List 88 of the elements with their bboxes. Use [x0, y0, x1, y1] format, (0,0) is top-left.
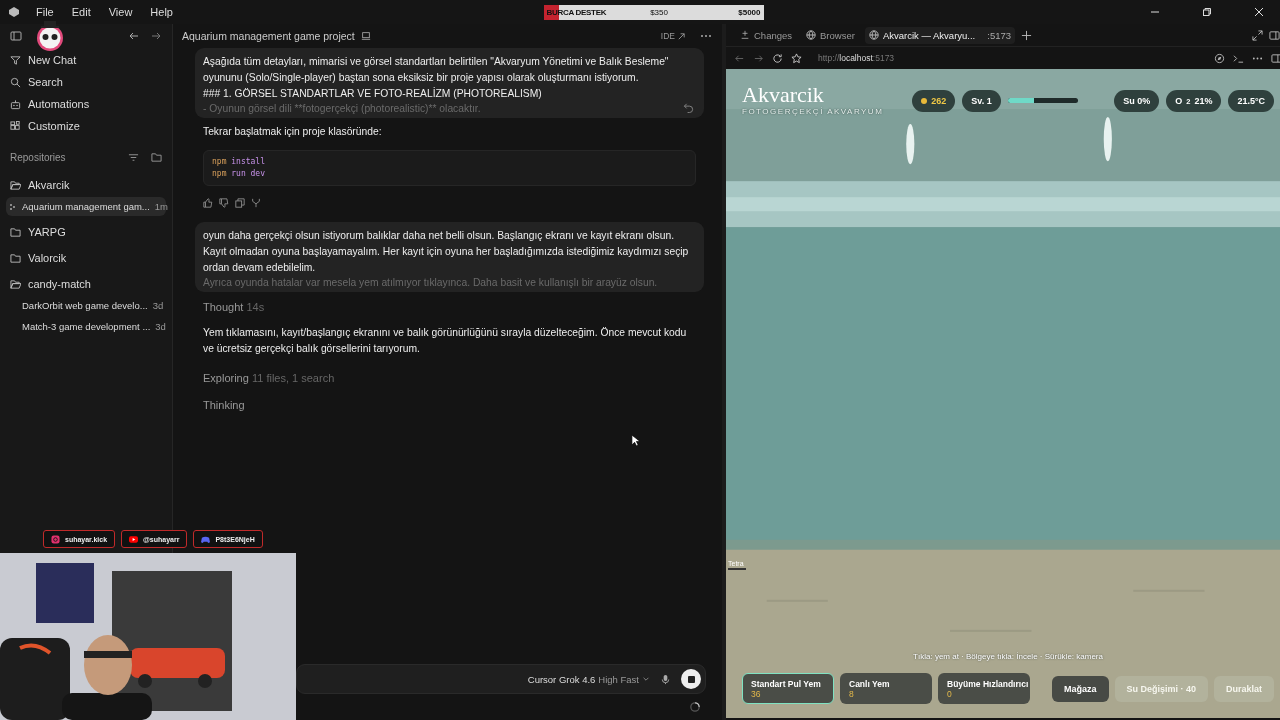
stop-button[interactable]	[681, 669, 701, 689]
repository-item[interactable]: candy-match	[6, 274, 166, 294]
new-folder-icon[interactable]	[151, 152, 162, 163]
microphone-icon[interactable]	[660, 673, 671, 685]
code-line: npm run dev	[212, 168, 266, 180]
forward-arrow-icon[interactable]	[150, 30, 162, 42]
repository-item[interactable]: Akvarcik	[6, 175, 166, 195]
user-message-text: Ayrıca oyunda hatalar var mesela yem atılmıyor tıklayınca. Daha basit ve kullanışlı bir arayüz olsun.	[203, 276, 659, 290]
feed-button[interactable]: Standart Pul Yem 36	[742, 673, 834, 704]
sidebar-panel-icon[interactable]	[1271, 52, 1280, 64]
donation-goal: $5000	[738, 7, 761, 17]
ide-link[interactable]: IDE	[660, 31, 686, 41]
donation-amount: $350	[650, 7, 668, 17]
globe-icon	[806, 30, 817, 40]
game-title: Akvarcik	[742, 83, 825, 107]
undo-icon[interactable]	[683, 102, 694, 113]
chat-list-item[interactable]: DarkOrbit web game develo... 3d	[6, 296, 166, 315]
sidebar-toggle-icon[interactable]	[10, 30, 22, 42]
reload-icon[interactable]	[772, 52, 783, 64]
chat-list-item[interactable]: Aquarium management gam... 1m	[6, 197, 166, 216]
game-subtitle: FOTOGERÇEKÇİ AKVARYUM	[742, 107, 884, 116]
chat-title: Match-3 game development ...	[22, 321, 151, 332]
loading-dots-icon	[9, 202, 17, 211]
diff-icon	[740, 30, 750, 40]
code-line: npm install	[212, 156, 266, 168]
chat-title: DarkOrbit web game develo...	[22, 300, 148, 311]
add-tab-icon[interactable]	[1021, 29, 1033, 41]
browser-tab[interactable]: Changes	[736, 26, 797, 44]
chat-time: 3d	[155, 321, 166, 332]
browser-tab[interactable]: Akvarcik — Akvaryu... :5173	[864, 26, 1016, 44]
url-field[interactable]: http://localhost:5173	[818, 53, 895, 63]
feed-button[interactable]: Büyüme Hızlandırıcı 0	[938, 673, 1030, 704]
game-button[interactable]: Mağaza	[1052, 675, 1109, 702]
external-link-icon	[677, 31, 686, 41]
menu-item[interactable]: File	[36, 6, 54, 18]
loading-spinner-icon	[690, 702, 700, 712]
chat-time: 1m	[154, 201, 168, 212]
status-text: Thinking	[203, 399, 246, 411]
expand-icon[interactable]	[1252, 29, 1264, 41]
sidebar-nav-item[interactable]: Search	[6, 72, 166, 92]
message-composer[interactable]: Cursor Grok 4.6 High Fast	[296, 664, 706, 694]
sidebar-nav-item[interactable]: New Chat	[6, 50, 166, 70]
chat-title: Aquarium management gam...	[22, 201, 150, 212]
repository-item[interactable]: Valorcik	[6, 248, 166, 268]
coin-counter: 262	[912, 90, 956, 112]
branch-icon[interactable]	[251, 198, 261, 208]
stat-badge: Su 0%	[1114, 90, 1160, 112]
laptop-icon	[360, 31, 371, 41]
controls-hint: Tıkla: yem at · Bölgeye tıkla: İncele · Sürükle: kamera	[912, 652, 1104, 661]
assistant-message: Yem tıklamasını, kayıt/başlangıç ekranını ve balık görünürlüğünü sırayla düzelteceğim. Önce mevcut kodu ve ücretsiz gerçekçi balık görsellerini tarıyorum.	[203, 326, 688, 356]
app-logo-icon	[8, 6, 20, 18]
browser-tab[interactable]: Browser	[802, 26, 859, 44]
robot-icon	[10, 98, 21, 110]
star-icon[interactable]	[791, 52, 802, 64]
globe-icon	[868, 30, 879, 40]
model-selector[interactable]: Cursor Grok 4.6 High Fast	[527, 673, 650, 685]
section-heading: Repositories	[10, 152, 66, 163]
chevron-down-icon	[642, 675, 650, 683]
user-message-text: Aşağıda tüm detayları, mimarisi ve görsel standartları belirtilen "Akvaryum Yönetimi ve Balık Besleme" oyununu (Solo/Single-player) baştan sona eksiksiz bir proje yapısı olarak oluşturmanı istiyorum. ### 1. GÖRSEL STANDARTLAR VE FOTO-REALİZM (PHOTOREALISM)	[203, 55, 670, 101]
level-badge: Sv. 1	[962, 90, 1001, 112]
back-arrow-icon[interactable]	[128, 30, 140, 42]
filter-icon[interactable]	[128, 152, 139, 163]
menu-item[interactable]: Edit	[71, 6, 91, 18]
thumbs-up-icon[interactable]	[203, 198, 213, 208]
sidebar-nav-item[interactable]: Customize	[6, 116, 166, 136]
compass-icon[interactable]	[1214, 52, 1226, 64]
status-text: Exploring 11 files, 1 search	[203, 372, 336, 384]
terminal-icon[interactable]	[1233, 52, 1245, 64]
status-text: Thought 14s	[203, 301, 266, 313]
sidebar-nav-item[interactable]: Automations	[6, 94, 166, 114]
chat-time: 3d	[152, 300, 164, 311]
thumbs-down-icon[interactable]	[219, 198, 229, 208]
mouse-cursor-icon	[631, 434, 640, 447]
feed-button[interactable]: Canlı Yem 8	[840, 673, 932, 704]
chat-list-item[interactable]: Match-3 game development ... 3d	[6, 317, 166, 336]
search-icon	[10, 76, 21, 88]
copy-icon[interactable]	[235, 198, 245, 208]
stat-badge: 21.5°C	[1228, 90, 1275, 112]
user-message-text: - Oyunun görsel dili **fotogerçekçi (photorealistic)** olacaktır.	[203, 102, 482, 116]
chat-title: Aquarium management game project	[182, 30, 355, 42]
funnel-icon	[10, 54, 21, 66]
menu-item[interactable]: Help	[150, 6, 173, 18]
user-message-text: oyun daha gerçekçi olsun istiyorum balıklar daha net belli olsun. Başlangıç ekranı ve kayıt ekranı olsun. Kayıt olmadan oyuna başlayamayalım. Her kayıt için oyuna her başladığımızda istediğimiz kaydımızı seçip ordan devam edebilelim.	[203, 229, 690, 275]
panel-icon[interactable]	[1269, 29, 1280, 41]
repository-item[interactable]: YARPG	[6, 222, 166, 242]
assistant-message: Tekrar başlatmak için proje klasöründe:	[203, 125, 383, 139]
blocks-icon	[10, 120, 21, 132]
menu-item[interactable]: View	[108, 6, 133, 18]
